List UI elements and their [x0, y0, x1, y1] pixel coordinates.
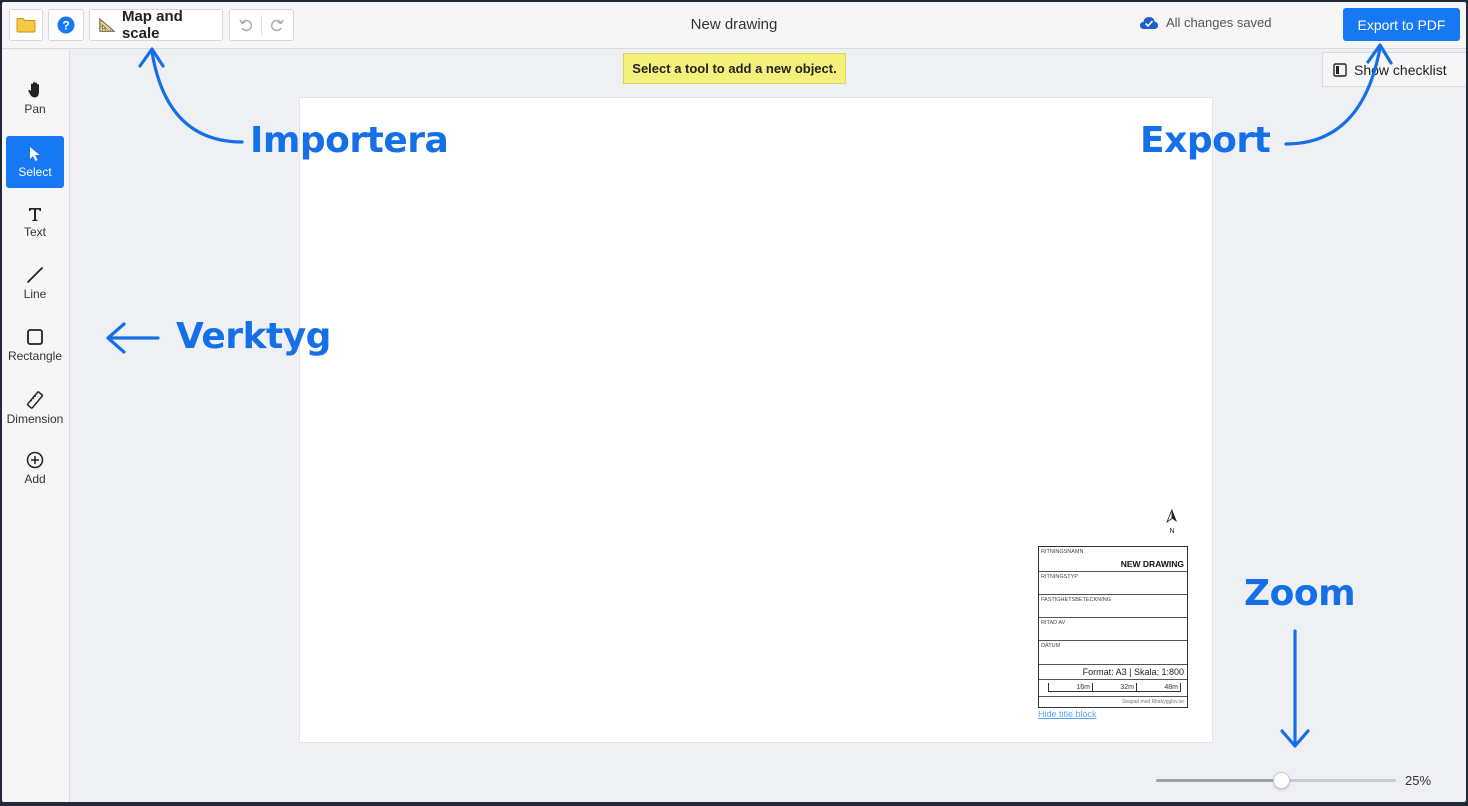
field-label: RITAD AV — [1041, 620, 1066, 626]
tool-pan[interactable]: Pan — [6, 72, 64, 124]
redo-button[interactable] — [262, 18, 293, 32]
tool-label: Text — [23, 224, 46, 239]
tool-label: Line — [23, 286, 47, 301]
cloud-check-icon — [1140, 16, 1158, 29]
folder-icon — [16, 18, 36, 33]
title-block-drawn-by-row: RITAD AV — [1039, 618, 1187, 641]
title-block-format-row: Format: A3 | Skala: 1:800 — [1039, 665, 1187, 680]
annotation-import: Importera — [250, 120, 449, 161]
zoom-percentage: 25% — [1405, 773, 1432, 788]
svg-text:?: ? — [62, 19, 69, 33]
title-block-date-row: DATUM — [1039, 641, 1187, 665]
annotation-export: Export — [1140, 120, 1271, 161]
scale-bar: 16m 32m 48m — [1048, 683, 1181, 692]
scale-mark: 32m — [1093, 683, 1137, 692]
title-block-name-row: RITNINGSNAMN NEW DRAWING — [1039, 547, 1187, 572]
title-block-credit-row: Skapad med Ritabygglov.se — [1039, 697, 1187, 707]
tool-select[interactable]: Select — [6, 136, 64, 188]
format-scale-text: Format: A3 | Skala: 1:800 — [1082, 667, 1184, 677]
save-status: All changes saved — [1139, 15, 1272, 30]
tool-label: Dimension — [6, 411, 64, 426]
pointer-icon — [30, 146, 40, 161]
show-checklist-label: Show checklist — [1354, 61, 1447, 78]
document-title[interactable]: New drawing — [602, 16, 866, 33]
text-icon — [29, 207, 41, 221]
app-window: ? Map and scale New drawing All changes … — [2, 2, 1466, 802]
sidebar-panel-icon — [1333, 62, 1347, 77]
tool-text[interactable]: Text — [6, 196, 64, 248]
credit-text: Skapad med Ritabygglov.se — [1122, 699, 1184, 705]
arrow-zoom-head — [1280, 729, 1310, 748]
open-file-button[interactable] — [9, 9, 43, 41]
save-status-text: All changes saved — [1166, 15, 1272, 30]
triangle-ruler-icon — [99, 17, 116, 32]
tool-rectangle[interactable]: Rectangle — [6, 319, 64, 371]
scale-mark: 16m — [1049, 683, 1093, 692]
hand-icon — [28, 81, 39, 97]
annotation-zoom: Zoom — [1244, 573, 1356, 614]
tool-label: Rectangle — [7, 348, 63, 363]
hide-title-block-link[interactable]: Hide title block — [1038, 709, 1097, 719]
show-checklist-button[interactable]: Show checklist — [1322, 52, 1466, 87]
title-block[interactable]: RITNINGSNAMN NEW DRAWING RITNINGSTYP FAS… — [1038, 546, 1188, 708]
tool-line[interactable]: Line — [6, 257, 64, 309]
title-block-property-row: FASTIGHETSBETECKNING — [1039, 595, 1187, 618]
zoom-slider-fill — [1156, 779, 1281, 782]
undo-button[interactable] — [230, 18, 261, 32]
north-arrow-icon — [1166, 509, 1177, 524]
plus-circle-icon — [26, 451, 44, 468]
arrow-tools-head — [106, 322, 126, 354]
field-label: RITNINGSTYP — [1041, 574, 1078, 580]
undo-icon — [238, 19, 252, 32]
field-label: DATUM — [1041, 643, 1061, 649]
tool-label: Add — [24, 471, 46, 486]
line-icon — [27, 266, 43, 283]
help-icon: ? — [57, 16, 75, 34]
scale-mark: 48m — [1137, 683, 1181, 692]
map-and-scale-label: Map and scale — [121, 8, 183, 42]
tool-label: Select — [18, 164, 52, 179]
undo-redo-group — [229, 9, 294, 41]
rectangle-icon — [27, 328, 43, 345]
tool-hint: Select a tool to add a new object. — [623, 53, 846, 84]
field-label: FASTIGHETSBETECKNING — [1041, 597, 1111, 603]
arrow-import — [150, 50, 244, 144]
north-label: N — [1169, 528, 1175, 535]
ruler-icon — [26, 390, 44, 409]
redo-icon — [271, 19, 285, 32]
export-pdf-button[interactable]: Export to PDF — [1343, 8, 1460, 41]
arrow-import-head — [138, 47, 165, 68]
drawing-name-value: NEW DRAWING — [1120, 559, 1184, 569]
tool-label: Pan — [24, 101, 46, 116]
north-arrow[interactable]: N — [1165, 509, 1179, 535]
tool-sidebar: Pan Select Text Line Rectangle Dimension… — [2, 50, 70, 802]
tool-dimension[interactable]: Dimension — [6, 382, 64, 434]
annotation-tools: Verktyg — [176, 316, 331, 357]
title-block-scalebar-row: 16m 32m 48m — [1039, 680, 1187, 697]
map-and-scale-button[interactable]: Map and scale — [89, 8, 223, 42]
help-button[interactable]: ? — [48, 9, 84, 41]
top-toolbar: ? Map and scale New drawing All changes … — [2, 2, 1466, 49]
field-label: RITNINGSNAMN — [1041, 549, 1084, 555]
title-block-type-row: RITNINGSTYP — [1039, 572, 1187, 595]
tool-add[interactable]: Add — [6, 442, 64, 494]
zoom-slider-thumb[interactable] — [1272, 772, 1290, 789]
zoom-slider[interactable] — [1156, 772, 1396, 789]
